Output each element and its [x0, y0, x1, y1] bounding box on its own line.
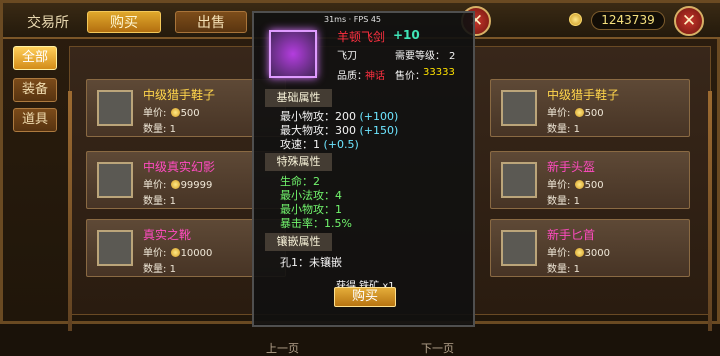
- item-price: 单价: 500: [547, 108, 604, 119]
- item-quantity: 数量: 1: [547, 264, 580, 275]
- tab-items[interactable]: 道具: [13, 108, 57, 132]
- item-quantity: 数量: 1: [143, 124, 176, 135]
- coin-icon: [569, 13, 582, 26]
- trading-window: 交易所 购买 出售 ✕ 1243739 ✕ 全部 装备 道具 中级猎手鞋子 单价…: [0, 0, 720, 355]
- next-page-button[interactable]: 下一页: [421, 340, 454, 356]
- tooltip-level-requirement: 需要等级： 2: [395, 51, 456, 62]
- helmet-icon: [501, 162, 537, 198]
- sword-icon: [269, 30, 317, 78]
- item-price: 单价: 99999: [143, 180, 213, 191]
- item-price: 单价: 500: [143, 108, 200, 119]
- right-frame-ornament: [708, 91, 712, 331]
- item-name: 真实之靴: [143, 228, 192, 242]
- tooltip-item-name: 羊顿飞剑: [337, 30, 386, 44]
- fps-readout: 31ms · FPS 45: [324, 15, 381, 24]
- buy-tab-button[interactable]: 购买: [87, 11, 161, 33]
- boot-icon: [501, 90, 537, 126]
- item-quantity: 数量: 1: [143, 196, 176, 207]
- item-name: 中级真实幻影: [143, 160, 216, 174]
- item-name: 中级猎手鞋子: [547, 88, 620, 102]
- stat-line: 孔1：未镶嵌: [280, 256, 342, 269]
- boot-icon: [97, 90, 133, 126]
- tooltip-price: 33333: [423, 67, 455, 78]
- stat-line: 攻速：1 (+0.5): [280, 138, 359, 151]
- inlay-attributes-title: 镶嵌属性: [265, 233, 332, 251]
- item-price: 单价: 10000: [143, 248, 213, 259]
- item-price: 单价: 500: [547, 180, 604, 191]
- item-price: 单价: 3000: [547, 248, 611, 259]
- dagger-icon: [501, 230, 537, 266]
- item-name: 新手头盔: [547, 160, 596, 174]
- tooltip-subtype: 飞刀: [337, 51, 357, 62]
- sell-tab-button[interactable]: 出售: [175, 11, 247, 33]
- tooltip-quality-label: 品质：: [337, 71, 367, 82]
- left-frame-ornament: [68, 91, 72, 331]
- ring-icon: [97, 162, 133, 198]
- item-card[interactable]: 中级猎手鞋子 单价: 500 数量: 1: [490, 79, 690, 137]
- item-card[interactable]: 新手头盔 单价: 500 数量: 1: [490, 151, 690, 209]
- base-attributes-title: 基础属性: [265, 89, 332, 107]
- tab-all[interactable]: 全部: [13, 46, 57, 70]
- item-card[interactable]: 新手匕首 单价: 3000 数量: 1: [490, 219, 690, 277]
- tooltip-enhancement: +10: [393, 28, 420, 42]
- boot-icon: [97, 230, 133, 266]
- item-name: 新手匕首: [547, 228, 596, 242]
- item-quantity: 数量: 1: [143, 264, 176, 275]
- special-attributes-title: 特殊属性: [265, 153, 332, 171]
- tooltip-quality: 神话: [365, 71, 385, 82]
- item-quantity: 数量: 1: [547, 196, 580, 207]
- close-button-icon[interactable]: ✕: [674, 6, 704, 36]
- item-name: 中级猎手鞋子: [143, 88, 216, 102]
- item-quantity: 数量: 1: [547, 124, 580, 135]
- item-tooltip: 31ms · FPS 45 羊顿飞剑 +10 飞刀 需要等级： 2 品质： 神话 …: [252, 11, 475, 327]
- tooltip-price-label: 售价：: [395, 71, 425, 82]
- buy-button[interactable]: 购买: [334, 287, 396, 307]
- prev-page-button[interactable]: 上一页: [266, 340, 299, 356]
- stat-line: 暴击率：1.5%: [280, 217, 352, 230]
- gold-balance: 1243739: [591, 11, 665, 30]
- window-title: 交易所: [27, 15, 69, 31]
- tab-equipment[interactable]: 装备: [13, 78, 57, 102]
